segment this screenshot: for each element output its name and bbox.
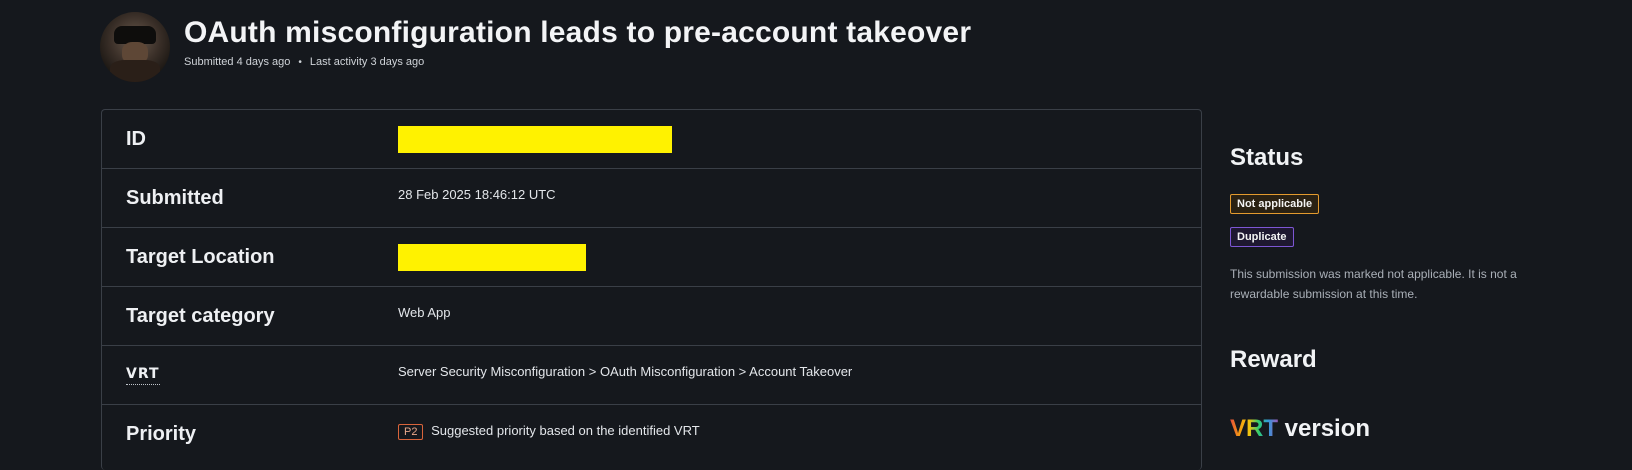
submission-header: OAuth misconfiguration leads to pre-acco… [100,12,971,82]
submitted-label: Submitted [126,186,224,209]
vrt-version-label: version [1284,415,1371,442]
priority-label: Priority [126,422,197,445]
status-badge-duplicate: Duplicate [1230,227,1294,247]
priority-value: Suggested priority based on the identifi… [431,423,700,438]
redacted-target-location [398,243,586,271]
status-badge-not-applicable: Not applicable [1230,194,1320,214]
submission-meta: Submitted 4 days ago • Last activity 3 d… [184,56,971,68]
vrt-version-heading: VRT version [1230,415,1370,443]
target-category-value: Web App [398,305,451,320]
detail-row-priority: Priority P2 Suggested priority based on … [102,405,1201,463]
priority-badge: P2 [398,424,424,440]
vrt-label[interactable]: VRT [126,366,160,385]
detail-row-target-location: Target Location [102,228,1201,287]
status-heading: Status [1230,144,1304,171]
avatar[interactable] [100,12,170,82]
detail-row-target-category: Target category Web App [102,287,1201,346]
submitted-value: 28 Feb 2025 18:46:12 UTC [398,187,556,202]
meta-separator: • [298,56,302,68]
reward-heading: Reward [1230,346,1317,373]
vrt-logo-icon: VRT [1230,415,1278,442]
detail-row-id: ID [102,110,1201,169]
page-title: OAuth misconfiguration leads to pre-acco… [184,16,972,49]
redacted-id [398,125,672,153]
detail-row-submitted: Submitted 28 Feb 2025 18:46:12 UTC [102,169,1201,228]
last-activity-time: Last activity 3 days ago [309,56,425,68]
vrt-value: Server Security Misconfiguration > OAuth… [398,364,853,379]
submitted-time: Submitted 4 days ago [184,56,291,68]
target-location-label: Target Location [126,245,275,268]
target-category-label: Target category [126,304,275,327]
detail-row-vrt: VRT Server Security Misconfiguration > O… [102,346,1201,405]
status-note: This submission was marked not applicabl… [1230,267,1517,301]
id-label: ID [126,127,146,150]
details-card: ID Submitted 28 Feb 2025 18:46:12 UTC Ta… [101,109,1202,470]
